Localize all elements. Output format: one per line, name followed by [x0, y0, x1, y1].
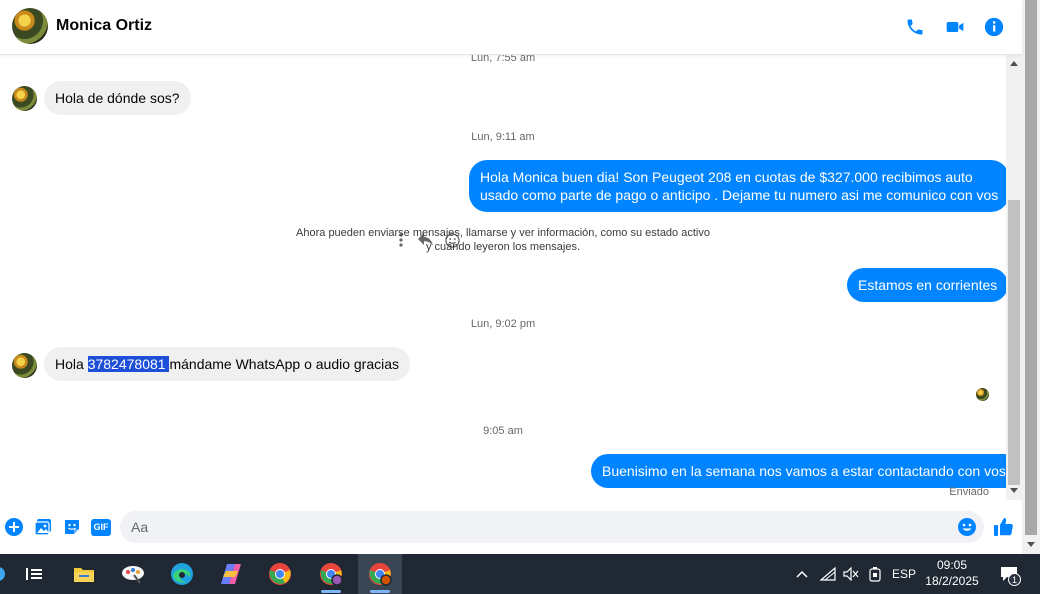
start-icon[interactable]	[0, 554, 10, 594]
edge-browser-icon[interactable]	[160, 554, 204, 594]
battery-plug-icon[interactable]	[865, 554, 885, 594]
contact-avatar-small[interactable]	[12, 86, 37, 111]
gif-icon[interactable]: GIF	[90, 516, 112, 538]
conversation-header: Monica Ortiz	[0, 0, 1022, 55]
outgoing-message[interactable]: Estamos en corrientes	[847, 268, 1006, 302]
selected-phone-number[interactable]: 3782478081	[87, 356, 170, 372]
delivery-status: Enviado	[949, 486, 989, 498]
contact-name[interactable]: Monica Ortiz	[56, 17, 152, 35]
incoming-message[interactable]: Hola de dónde sos?	[44, 81, 191, 115]
emoji-icon[interactable]	[956, 516, 978, 538]
message-input[interactable]	[120, 511, 984, 543]
photo-icon[interactable]	[32, 516, 54, 538]
like-icon[interactable]	[992, 516, 1014, 538]
notification-count-badge: 1	[1008, 573, 1021, 586]
timestamp: Lun, 9:02 pm	[470, 318, 536, 330]
message-line: Hola Monica buen dia! Son Peugeot 208 en…	[480, 169, 973, 185]
chrome-icon[interactable]	[258, 554, 302, 594]
incoming-message[interactable]: Hola 3782478081 mándame WhatsApp o audio…	[44, 347, 411, 381]
message-composer: GIF	[0, 505, 1022, 549]
plus-icon[interactable]	[3, 516, 25, 538]
info-icon[interactable]	[982, 15, 1006, 39]
scroll-up-arrow-icon[interactable]	[1010, 61, 1018, 66]
message-list[interactable]: Lun, 7:55 am Hola de dónde sos? Lun, 9:1…	[0, 55, 1006, 500]
timestamp: 9:05 am	[483, 425, 523, 437]
wifi-icon[interactable]	[818, 554, 838, 594]
page-scroll-down-arrow-icon[interactable]	[1027, 542, 1035, 547]
timestamp: Lun, 7:55 am	[470, 55, 536, 64]
phone-icon[interactable]	[903, 15, 927, 39]
message-line: usado como parte de pago o anticipo . De…	[480, 187, 999, 203]
privacy-notice: Ahora pueden enviarse mensajes, llamarse…	[0, 226, 1006, 254]
sticker-icon[interactable]	[61, 516, 83, 538]
contact-avatar[interactable]	[12, 8, 48, 44]
page-scroll-thumb[interactable]	[1025, 0, 1037, 535]
tray-overflow-chevron-icon[interactable]	[793, 554, 811, 594]
notice-line: y cuándo leyeron los mensajes.	[425, 241, 581, 253]
paint-app-icon[interactable]	[111, 554, 155, 594]
video-icon[interactable]	[943, 15, 967, 39]
file-explorer-icon[interactable]	[62, 554, 106, 594]
scroll-thumb[interactable]	[1008, 200, 1020, 485]
clock-time: 09:05	[936, 558, 968, 572]
clock-date: 18/2/2025	[925, 574, 979, 588]
taskbar: ESP 09:05 18/2/2025 1	[0, 554, 1040, 594]
timestamp: Lun, 9:11 am	[471, 131, 535, 143]
message-text: mándame WhatsApp o audio gracias	[169, 356, 400, 372]
notifications-icon[interactable]: 1	[996, 554, 1022, 594]
gif-label: GIF	[91, 518, 111, 536]
clock[interactable]: 09:05 18/2/2025	[920, 557, 984, 589]
chrome-profile-icon[interactable]	[309, 554, 353, 594]
contact-avatar-small[interactable]	[12, 353, 37, 378]
copilot-icon[interactable]	[209, 554, 253, 594]
chrome-active-icon[interactable]	[358, 554, 402, 594]
scroll-down-arrow-icon[interactable]	[1010, 488, 1018, 493]
task-view-icon[interactable]	[12, 554, 56, 594]
page-scrollbar[interactable]	[1022, 0, 1040, 554]
volume-muted-icon[interactable]	[841, 554, 861, 594]
message-text: Hola	[55, 356, 88, 372]
active-indicator	[370, 590, 390, 593]
messenger-window: Monica Ortiz Lun, 7:55 am Hola de dónde …	[0, 0, 1040, 554]
read-receipt-avatar	[976, 388, 989, 401]
language-indicator[interactable]: ESP	[890, 554, 918, 594]
outgoing-message[interactable]: Hola Monica buen dia! Son Peugeot 208 en…	[469, 160, 1006, 212]
chat-scrollbar[interactable]	[1006, 55, 1022, 500]
outgoing-message[interactable]: Buenisimo en la semana nos vamos a estar…	[591, 454, 1006, 488]
running-indicator	[321, 590, 341, 593]
notice-line: Ahora pueden enviarse mensajes, llamarse…	[296, 227, 710, 239]
